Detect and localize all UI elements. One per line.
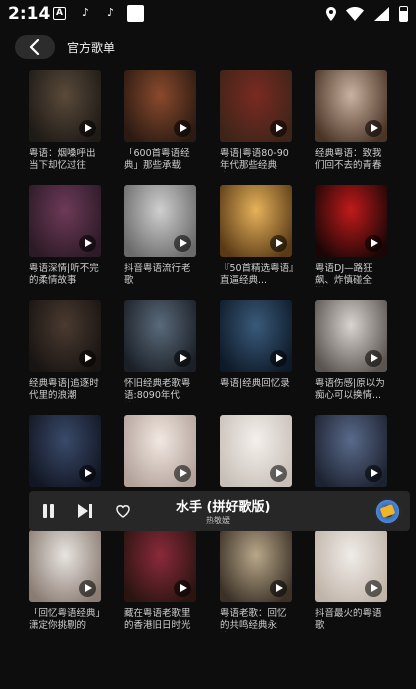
- playlist-card[interactable]: 粤语伤感|原以为痴心可以换情...: [315, 300, 389, 402]
- playlist-card[interactable]: 粤语深情|听不完的柔情故事: [29, 185, 103, 287]
- play-icon[interactable]: [79, 120, 96, 137]
- playlist-cover[interactable]: [220, 70, 292, 142]
- playlist-title[interactable]: 「回忆粤语经典」潇定你挑剔的双...: [29, 608, 103, 632]
- playlist-title[interactable]: 藏在粤语老歌里的香港旧日时光: [124, 608, 198, 632]
- playlist-cover[interactable]: [124, 300, 196, 372]
- playlist-title[interactable]: 粤语DJ—路狂飙、炸慎碰全抛...: [315, 263, 389, 287]
- play-icon[interactable]: [270, 235, 287, 252]
- playlist-title[interactable]: 经典粤语|追逐时代里的浪潮: [29, 378, 103, 402]
- playlist-card[interactable]: 经典粤语：致我们回不去的青春: [315, 70, 389, 172]
- playlist-card[interactable]: 抖音粤语流行老歌: [124, 185, 198, 287]
- playlist-cover[interactable]: [124, 70, 196, 142]
- playlist-card[interactable]: 『50首精选粤语』直逼经典...: [220, 185, 294, 287]
- playlist-cover[interactable]: [220, 185, 292, 257]
- pause-icon[interactable]: [42, 504, 56, 518]
- play-icon[interactable]: [174, 120, 191, 137]
- playlist-card[interactable]: 粤语：烟嗓呼出当下却忆过往: [29, 70, 103, 172]
- play-icon[interactable]: [79, 465, 96, 482]
- playlist-card[interactable]: 怀旧经典老歌粤语:8090年代流...: [124, 300, 198, 402]
- playlist-title[interactable]: 粤语|粤语80-90年代那些经典之...: [220, 148, 294, 172]
- playlist-title[interactable]: 粤语：烟嗓呼出当下却忆过往: [29, 148, 103, 172]
- playlist-title[interactable]: 『50首精选粤语』直逼经典...: [220, 263, 294, 287]
- wifi-icon: [346, 7, 364, 21]
- square-notification-icon: [127, 5, 144, 22]
- mini-player[interactable]: 水手 (拼好歌版) 热敬嫒: [29, 491, 410, 531]
- playlist-title[interactable]: 粤语老歌：回忆的共鸣经典永流...: [220, 608, 294, 632]
- page-title: 官方歌单: [67, 41, 116, 55]
- play-icon[interactable]: [174, 465, 191, 482]
- play-icon[interactable]: [79, 350, 96, 367]
- play-icon[interactable]: [79, 235, 96, 252]
- tiktok-icon: ♪: [106, 6, 115, 19]
- play-icon[interactable]: [365, 120, 382, 137]
- playlist-card[interactable]: 粤语老歌：回忆的共鸣经典永流...: [220, 530, 294, 632]
- playlist-card[interactable]: 「回忆粤语经典」潇定你挑剔的双...: [29, 530, 103, 632]
- chevron-left-icon: [29, 39, 40, 55]
- playlist-cover[interactable]: [29, 70, 101, 142]
- album-disc-icon[interactable]: [374, 498, 401, 525]
- status-time: 2:14: [8, 4, 51, 24]
- play-icon[interactable]: [365, 350, 382, 367]
- playlist-cover[interactable]: [29, 300, 101, 372]
- playlist-cover[interactable]: [315, 530, 387, 602]
- playlist-cover[interactable]: [315, 300, 387, 372]
- play-icon[interactable]: [79, 580, 96, 597]
- a-notification-icon: A: [53, 7, 66, 20]
- play-icon[interactable]: [270, 120, 287, 137]
- playlist-cover[interactable]: [29, 185, 101, 257]
- play-icon[interactable]: [365, 235, 382, 252]
- play-icon[interactable]: [365, 580, 382, 597]
- playlist-cover[interactable]: [124, 530, 196, 602]
- now-playing-title[interactable]: 水手 (拼好歌版): [176, 496, 270, 515]
- next-icon[interactable]: [78, 504, 94, 518]
- header: 官方歌单: [0, 30, 416, 64]
- location-icon: [326, 7, 336, 21]
- playlist-card[interactable]: 粤语|粤语80-90年代那些经典之...: [220, 70, 294, 172]
- playlist-card[interactable]: 粤语DJ—路狂飙、炸慎碰全抛...: [315, 185, 389, 287]
- back-button[interactable]: [15, 35, 55, 59]
- status-bar: 2:14 A ♪ ♪: [0, 0, 416, 28]
- playlist-card[interactable]: 藏在粤语老歌里的香港旧日时光: [124, 530, 198, 632]
- playlist-cover[interactable]: [315, 415, 387, 487]
- playlist-card[interactable]: 粤语|经典回忆录: [220, 300, 294, 402]
- playlist-title[interactable]: 粤语|经典回忆录: [220, 378, 294, 402]
- playlist-title[interactable]: 怀旧经典老歌粤语:8090年代流...: [124, 378, 198, 402]
- playlist-cover[interactable]: [29, 415, 101, 487]
- system-icons: [326, 5, 408, 23]
- playlist-cover[interactable]: [29, 530, 101, 602]
- playlist-cover[interactable]: [124, 415, 196, 487]
- playlist-cover[interactable]: [220, 300, 292, 372]
- playlist-cover[interactable]: [315, 70, 387, 142]
- playlist-title[interactable]: 粤语伤感|原以为痴心可以换情...: [315, 378, 389, 402]
- playlist-cover[interactable]: [220, 415, 292, 487]
- playlist-cover[interactable]: [315, 185, 387, 257]
- play-icon[interactable]: [270, 465, 287, 482]
- playlist-cover[interactable]: [220, 530, 292, 602]
- playlist-title[interactable]: 「600首粤语经典」那些承载记...: [124, 148, 198, 172]
- playlist-card[interactable]: 经典粤语|追逐时代里的浪潮: [29, 300, 103, 402]
- now-playing-artist: 热敬嫒: [206, 516, 230, 525]
- playlist-title[interactable]: 抖音粤语流行老歌: [124, 263, 198, 287]
- play-icon[interactable]: [365, 465, 382, 482]
- tiktok-icon: ♪: [81, 6, 90, 19]
- play-icon[interactable]: [174, 580, 191, 597]
- playlist-title[interactable]: 抖音最火的粤语歌: [315, 608, 389, 632]
- play-icon[interactable]: [270, 580, 287, 597]
- play-icon[interactable]: [174, 235, 191, 252]
- playlist-title[interactable]: 粤语深情|听不完的柔情故事: [29, 263, 103, 287]
- play-icon[interactable]: [270, 350, 287, 367]
- playlist-card[interactable]: 抖音最火的粤语歌: [315, 530, 389, 632]
- playlist-cover[interactable]: [124, 185, 196, 257]
- heart-outline-icon[interactable]: [115, 503, 131, 519]
- playlist-title[interactable]: 经典粤语：致我们回不去的青春: [315, 148, 389, 172]
- signal-icon: [374, 7, 389, 21]
- battery-icon: [399, 6, 408, 22]
- playlist-card[interactable]: 「600首粤语经典」那些承载记...: [124, 70, 198, 172]
- play-icon[interactable]: [174, 350, 191, 367]
